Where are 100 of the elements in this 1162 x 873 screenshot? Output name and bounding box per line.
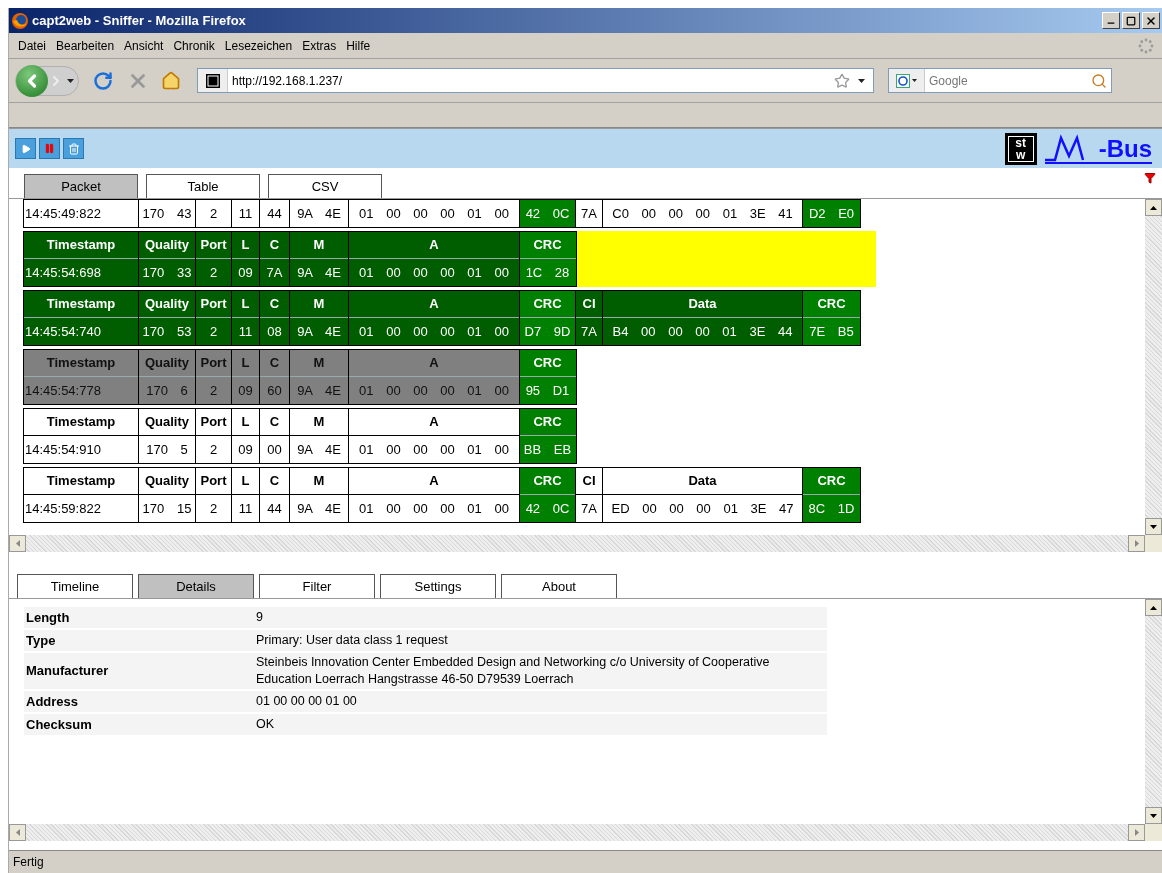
scroll-up-button[interactable] bbox=[1145, 599, 1162, 616]
scrollbar[interactable] bbox=[9, 535, 1145, 552]
menu-item[interactable]: Datei bbox=[13, 36, 51, 55]
scrollbar-corner bbox=[1145, 535, 1162, 552]
scroll-left-button[interactable] bbox=[9, 535, 26, 552]
packet-row[interactable]: 14:45:49:822 170 43 2 11 44 9A 4E 01 00 00 00 01 00 42 0C 7A C0 00 00 00 01 3E 41 D2 E0 bbox=[23, 199, 876, 228]
table-cell-text: 2 bbox=[208, 440, 219, 459]
scrollbar[interactable] bbox=[9, 824, 1145, 841]
address-field[interactable]: http://192.168.1.237/ bbox=[197, 68, 874, 93]
table-cell-text: 11 bbox=[237, 499, 254, 518]
table-cell-text: 170 6 bbox=[145, 381, 189, 400]
menu-item[interactable]: Ansicht bbox=[119, 36, 169, 55]
table-cell-text: 44 bbox=[266, 499, 283, 518]
tab[interactable]: About bbox=[501, 574, 617, 598]
table-cell-text: 9A 4E bbox=[296, 440, 342, 459]
table-cell-text: 60 bbox=[266, 381, 283, 400]
play-icon bbox=[20, 143, 31, 154]
table-cell-text: 00 bbox=[266, 440, 283, 459]
table-cell-text: 2 bbox=[208, 499, 219, 518]
menu-item[interactable]: Chronik bbox=[168, 36, 220, 55]
column-header: CRC bbox=[519, 409, 576, 436]
scrollbar-corner bbox=[1145, 824, 1162, 841]
home-icon bbox=[161, 70, 181, 91]
search-engine-icon bbox=[896, 73, 910, 88]
table-cell-text: 14:45:54:698 bbox=[24, 263, 102, 282]
search-input[interactable]: Google bbox=[929, 71, 1069, 90]
packet-row[interactable]: Timestamp 14:45:54:778 Quality 170 6 Port 2 L 09 C 60 M 9A 4E A 01 00 00 00 01 00 CRC 95 D1 bbox=[23, 349, 876, 405]
table-cell-text: 9A 4E bbox=[296, 204, 342, 223]
table-cell-text: 11 bbox=[237, 322, 254, 341]
tab[interactable]: Settings bbox=[380, 574, 496, 598]
menu-item[interactable]: Lesezeichen bbox=[219, 36, 298, 55]
logo-text: -Bus bbox=[1098, 135, 1152, 162]
search-field[interactable]: Google bbox=[888, 68, 1112, 93]
tab[interactable]: Packet bbox=[24, 174, 138, 198]
table-cell-text: 2 bbox=[208, 204, 219, 223]
menu-item[interactable]: Bearbeiten bbox=[51, 36, 120, 55]
scroll-up-button[interactable] bbox=[1145, 199, 1162, 216]
table-cell-text: 14:45:59:822 bbox=[24, 499, 102, 518]
tab[interactable]: CSV bbox=[268, 174, 382, 198]
play-button[interactable] bbox=[15, 138, 36, 159]
table-cell-text: 2 bbox=[208, 381, 219, 400]
detail-value: 01 00 00 00 01 00 bbox=[256, 693, 358, 710]
logo-mark-text: w bbox=[1016, 148, 1026, 161]
table-cell-text: 01 00 00 00 01 00 bbox=[358, 440, 510, 459]
table-cell-text: 170 33 bbox=[141, 263, 193, 282]
detail-label: Type bbox=[25, 631, 57, 650]
packet-row[interactable]: Timestamp 14:45:59:822 Quality 170 15 Port 2 L 11 C 44 M 9A 4E A 01 00 00 00 01 00 CRC 42 0C CI 7A Data ED 00 00 00 01 3E 47 CRC 8C 1D bbox=[23, 467, 876, 523]
scrollbar[interactable] bbox=[1145, 599, 1162, 824]
table-cell-text: 7A bbox=[580, 322, 598, 341]
back-forward-control[interactable] bbox=[15, 65, 79, 96]
table-cell-text: 95 D1 bbox=[524, 381, 571, 400]
browser-icon bbox=[11, 11, 29, 30]
table-cell-text: 2 bbox=[208, 263, 219, 282]
tab[interactable]: Table bbox=[146, 174, 260, 198]
packet-row[interactable]: Timestamp 14:45:54:698 Quality 170 33 Port 2 L 09 C 7A M 9A 4E A 01 00 00 00 01 00 CRC 1C 28 bbox=[23, 231, 876, 287]
table-cell-text: 9A 4E bbox=[296, 263, 342, 282]
table-cell-text: 42 0C bbox=[524, 204, 571, 223]
search-icon bbox=[1091, 72, 1107, 89]
table-cell-text: 44 bbox=[266, 204, 283, 223]
table-cell-text: 11 bbox=[237, 204, 254, 223]
table-cell-text: C0 00 00 00 01 3E 41 bbox=[611, 204, 794, 223]
menu-item[interactable]: Extras bbox=[297, 36, 342, 55]
close-button[interactable] bbox=[1142, 12, 1160, 29]
filter-icon bbox=[1144, 172, 1156, 184]
table-cell-text: 14:45:54:778 bbox=[24, 381, 102, 400]
right-arrow-icon bbox=[1134, 829, 1139, 836]
down-arrow-icon bbox=[1150, 813, 1157, 818]
delete-button[interactable] bbox=[63, 138, 84, 159]
tab[interactable]: Filter bbox=[259, 574, 375, 598]
menu-item[interactable]: Hilfe bbox=[341, 36, 376, 55]
column-header: CRC bbox=[803, 291, 860, 318]
scrollbar[interactable] bbox=[1145, 199, 1162, 535]
minimize-button[interactable] bbox=[1102, 12, 1120, 29]
trash-icon bbox=[67, 142, 80, 155]
table-cell-text: B4 00 00 00 01 3E 44 bbox=[611, 322, 794, 341]
packet-row[interactable]: Timestamp 14:45:54:740 Quality 170 53 Port 2 L 11 C 08 M 9A 4E A 01 00 00 00 01 00 CRC D7 9D CI 7A Data B4 00 00 00 01 3E 44 CRC 7E B5 bbox=[23, 290, 876, 346]
table-cell-text: 170 43 bbox=[141, 204, 193, 223]
scroll-down-button[interactable] bbox=[1145, 518, 1162, 535]
detail-label: Length bbox=[25, 608, 71, 627]
detail-label: Manufacturer bbox=[25, 662, 110, 681]
column-header: CRC bbox=[519, 350, 576, 377]
table-cell-text: 7E B5 bbox=[808, 322, 855, 341]
scroll-left-button[interactable] bbox=[9, 824, 26, 841]
tab[interactable]: Details bbox=[138, 574, 254, 598]
scroll-down-button[interactable] bbox=[1145, 807, 1162, 824]
table-cell-text: 9A 4E bbox=[296, 381, 342, 400]
loading-icon bbox=[1138, 37, 1154, 54]
detail-value: Steinbeis Innovation Center Embedded Design and Networking c/o University of Cooperative Education Loerrach Hangstrasse 46-50 D79539 Loerrach bbox=[256, 654, 771, 688]
pause-icon bbox=[44, 143, 55, 154]
table-cell-text: 14:45:54:740 bbox=[24, 322, 102, 341]
tab[interactable]: Timeline bbox=[17, 574, 133, 598]
maximize-button[interactable] bbox=[1122, 12, 1140, 29]
table-cell-text: 08 bbox=[266, 322, 283, 341]
packet-row[interactable]: Timestamp 14:45:54:910 Quality 170 5 Port 2 L 09 C 00 M 9A 4E A 01 00 00 00 01 00 CRC BB EB bbox=[23, 408, 876, 464]
up-arrow-icon bbox=[1150, 205, 1157, 210]
table-cell-text: 7A bbox=[580, 204, 598, 223]
dropdown-icon bbox=[67, 78, 74, 83]
logo-mark-text: st bbox=[1015, 136, 1026, 149]
detail-value: 9 bbox=[256, 609, 264, 626]
left-arrow-icon bbox=[15, 829, 20, 836]
